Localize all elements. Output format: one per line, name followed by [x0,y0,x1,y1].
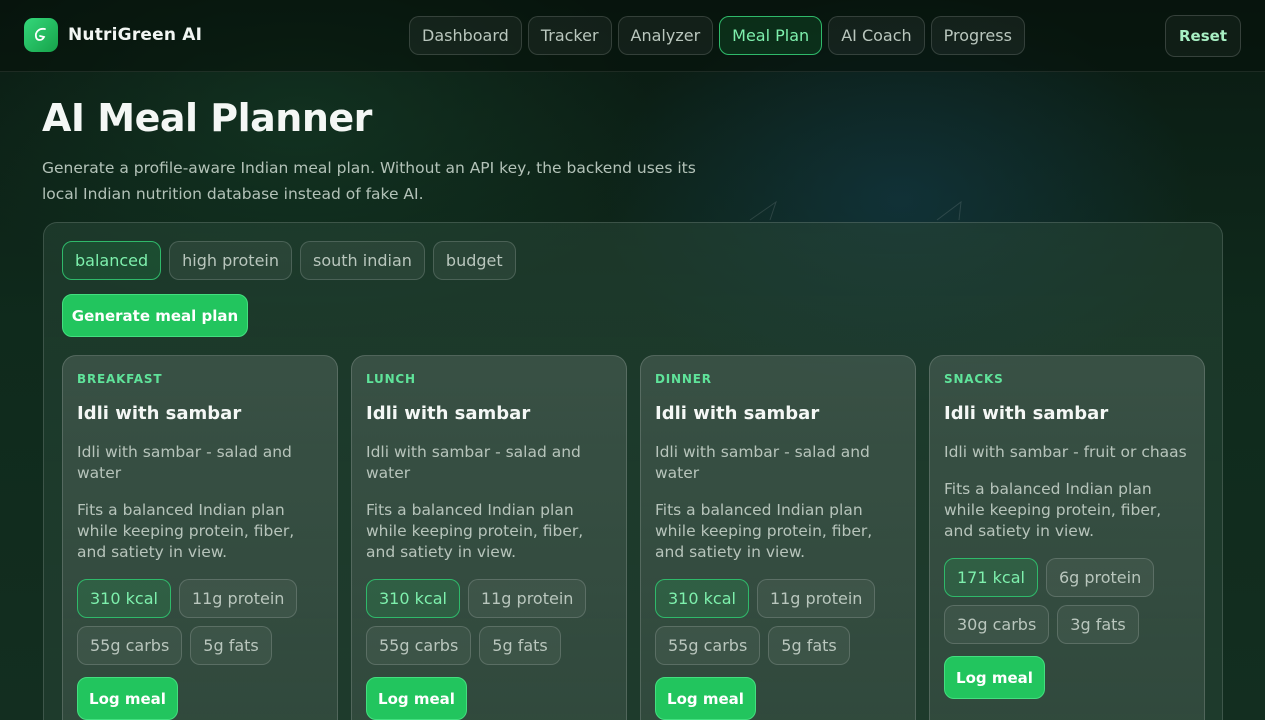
meal-type-label: LUNCH [366,372,416,386]
chip-high-protein[interactable]: high protein [169,241,292,280]
meal-rationale: Fits a balanced Indian plan while keepin… [77,501,295,561]
kcal-badge: 310 kcal [366,579,460,618]
meal-card-lunch: LUNCH Idli with sambar Idli with sambar … [351,355,627,720]
protein-badge: 11g protein [178,579,298,618]
meal-cards: BREAKFAST Idli with sambar Idli with sam… [62,355,1205,720]
meal-type-label: BREAKFAST [77,372,163,386]
decorative-triangle-icon [936,200,962,221]
meal-description: Idli with sambar - salad and water [655,443,870,482]
meal-title: Idli with sambar [655,403,820,424]
fats-badge: 3g fats [1057,605,1139,644]
decorative-triangle-icon [749,200,777,221]
kcal-badge: 310 kcal [77,579,171,618]
tab-meal-plan[interactable]: Meal Plan [719,16,823,55]
protein-badge: 11g protein [756,579,876,618]
fats-badge: 5g fats [479,626,561,665]
brand-name: NutriGreen AI [68,25,203,45]
meal-card-breakfast: BREAKFAST Idli with sambar Idli with sam… [62,355,338,720]
brand[interactable]: NutriGreen AI [24,18,202,52]
protein-badge: 11g protein [467,579,587,618]
tab-progress[interactable]: Progress [930,16,1025,55]
meal-rationale: Fits a balanced Indian plan while keepin… [366,501,584,561]
tab-tracker[interactable]: Tracker [527,16,612,55]
meal-rationale: Fits a balanced Indian plan while keepin… [944,480,1162,540]
leaf-swirl-icon [24,18,58,52]
meal-type-label: SNACKS [944,372,1004,386]
chip-balanced[interactable]: balanced [62,241,162,280]
meal-description: Idli with sambar - fruit or chaas [944,443,1187,461]
chip-south-indian[interactable]: south indian [300,241,425,280]
meal-description: Idli with sambar - salad and water [366,443,581,482]
meal-title: Idli with sambar [944,403,1109,424]
carbs-badge: 55g carbs [655,626,761,665]
macro-list: 171 kcal 6g protein 30g carbs 3g fats [944,558,1194,644]
kcal-badge: 310 kcal [655,579,749,618]
top-bar: NutriGreen AI Dashboard Tracker Analyzer… [0,0,1265,72]
chip-budget[interactable]: budget [432,241,516,280]
page-title: AI Meal Planner [42,96,372,140]
meal-description: Idli with sambar - salad and water [77,443,292,482]
meal-planner-panel: balanced high protein south indian budge… [43,222,1223,720]
carbs-badge: 55g carbs [77,626,183,665]
log-meal-button[interactable]: Log meal [944,656,1045,699]
page-description: Generate a profile-aware Indian meal pla… [42,159,696,203]
log-meal-button[interactable]: Log meal [366,677,467,720]
macro-list: 310 kcal 11g protein 55g carbs 5g fats [366,579,616,665]
meal-rationale: Fits a balanced Indian plan while keepin… [655,501,873,561]
kcal-badge: 171 kcal [944,558,1038,597]
log-meal-button[interactable]: Log meal [77,677,178,720]
protein-badge: 6g protein [1045,558,1155,597]
reset-button[interactable]: Reset [1165,15,1241,57]
main-nav: Dashboard Tracker Analyzer Meal Plan AI … [409,16,1025,55]
tab-ai-coach[interactable]: AI Coach [828,16,925,55]
tab-dashboard[interactable]: Dashboard [409,16,522,55]
fats-badge: 5g fats [190,626,272,665]
carbs-badge: 55g carbs [366,626,472,665]
carbs-badge: 30g carbs [944,605,1050,644]
meal-title: Idli with sambar [366,403,531,424]
meal-card-snacks: SNACKS Idli with sambar Idli with sambar… [929,355,1205,720]
meal-title: Idli with sambar [77,403,242,424]
tab-analyzer[interactable]: Analyzer [617,16,714,55]
meal-type-label: DINNER [655,372,712,386]
macro-list: 310 kcal 11g protein 55g carbs 5g fats [77,579,327,665]
meal-card-dinner: DINNER Idli with sambar Idli with sambar… [640,355,916,720]
fats-badge: 5g fats [768,626,850,665]
plan-style-chips: balanced high protein south indian budge… [62,241,516,280]
log-meal-button[interactable]: Log meal [655,677,756,720]
generate-meal-plan-button[interactable]: Generate meal plan [62,294,248,337]
macro-list: 310 kcal 11g protein 55g carbs 5g fats [655,579,905,665]
